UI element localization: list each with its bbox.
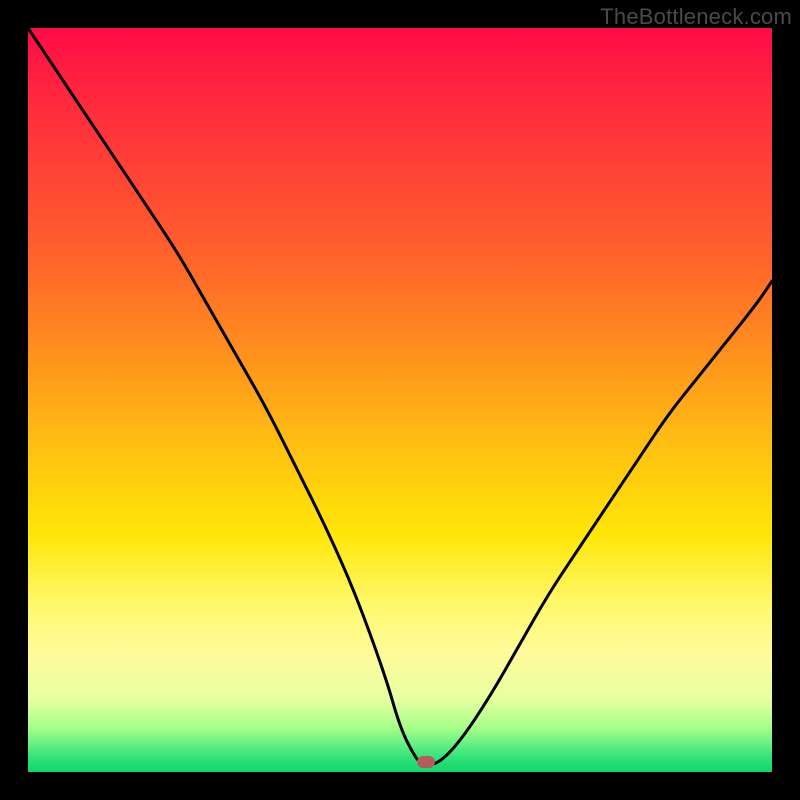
watermark-text: TheBottleneck.com [600, 4, 792, 30]
optimal-point-marker [417, 756, 435, 768]
bottleneck-curve [28, 28, 772, 765]
curve-layer [28, 28, 772, 772]
chart-frame: TheBottleneck.com [0, 0, 800, 800]
plot-area [28, 28, 772, 772]
